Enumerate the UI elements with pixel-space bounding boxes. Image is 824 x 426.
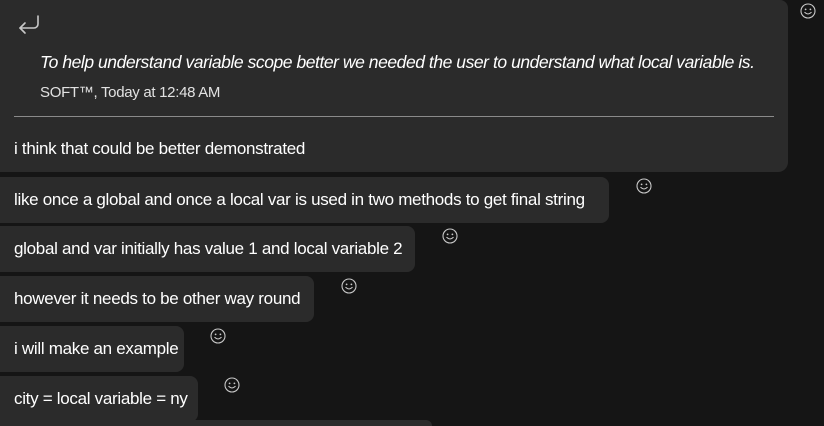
quoted-message-text: To help understand variable scope better… <box>40 52 755 72</box>
message-text: like once a global and once a local var … <box>14 190 585 209</box>
message-bubble[interactable]: like once a global and once a local var … <box>0 177 609 223</box>
message-text: global and var initially has value 1 and… <box>14 239 403 258</box>
message-text: city = local variable = ny <box>14 389 188 408</box>
reply-arrow-icon[interactable] <box>12 12 44 36</box>
message-bubble[interactable]: i will make an example <box>0 326 184 372</box>
message-text: however it needs to be other way round <box>14 289 301 308</box>
smiley-face-icon[interactable] <box>442 228 458 244</box>
quoted-message-meta: SOFT™, Today at 12:48 AM <box>40 84 221 101</box>
smiley-face-icon[interactable] <box>636 178 652 194</box>
reply-text: i think that could be better demonstrate… <box>14 139 306 158</box>
message-bubble[interactable]: global and var initially has value 1 and… <box>0 226 415 272</box>
smiley-face-icon[interactable] <box>210 328 226 344</box>
message-bubble[interactable]: city = local variable = ny <box>0 376 198 422</box>
next-message-bubble-edge <box>0 420 432 426</box>
quote-divider <box>14 116 774 117</box>
reply-message-bubble[interactable]: To help understand variable scope better… <box>0 0 788 172</box>
chat-thread: To help understand variable scope better… <box>0 0 824 426</box>
smiley-face-icon[interactable] <box>800 3 816 19</box>
message-text: i will make an example <box>14 339 179 358</box>
smiley-face-icon[interactable] <box>224 377 240 393</box>
smiley-face-icon[interactable] <box>341 278 357 294</box>
message-bubble[interactable]: however it needs to be other way round <box>0 276 314 322</box>
